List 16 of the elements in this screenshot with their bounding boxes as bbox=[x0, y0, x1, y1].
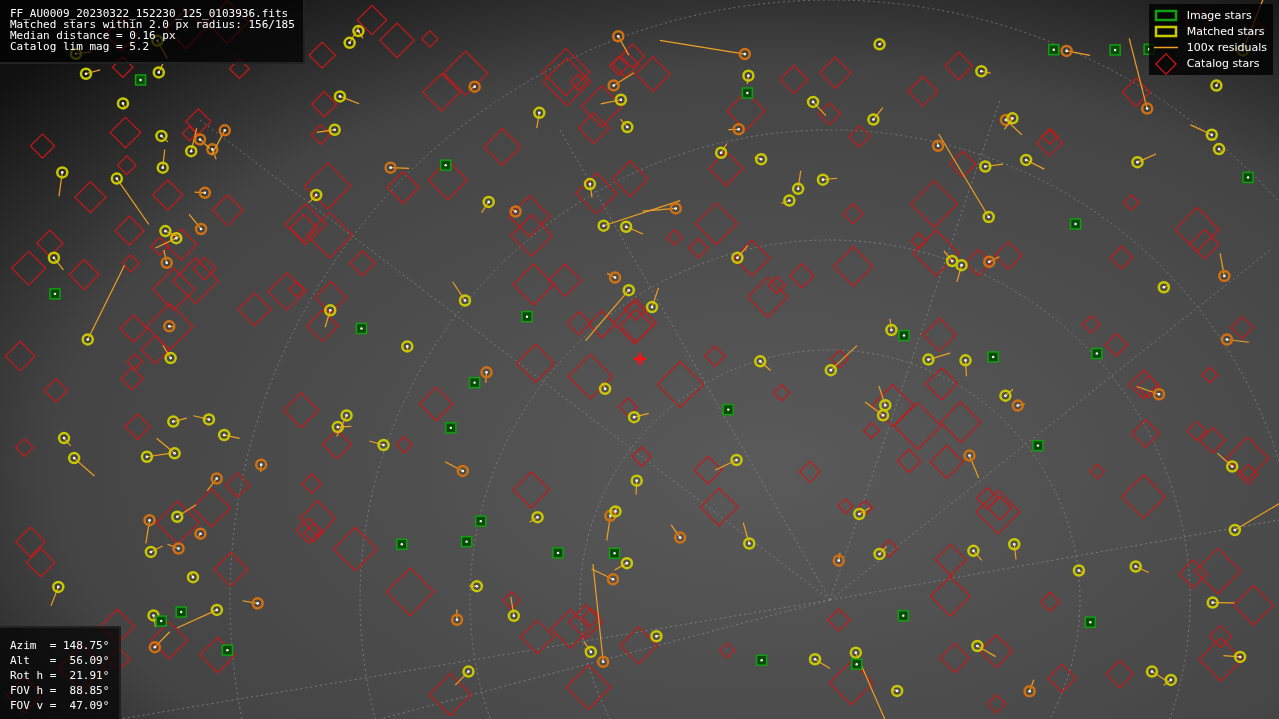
info-line: FF_AU0009_20230322_152230_125_0103936.fits bbox=[10, 8, 290, 19]
legend-label: 100x residuals bbox=[1186, 41, 1267, 54]
rectangle-icon bbox=[1152, 24, 1179, 39]
pointing-line: FOV h = 88.85° bbox=[10, 683, 110, 698]
info-line: Matched stars within 2.0 px radius: 156/185 bbox=[10, 19, 295, 30]
legend-label: Matched stars bbox=[1186, 25, 1265, 38]
legend-label: Catalog stars bbox=[1186, 57, 1260, 70]
rectangle-icon bbox=[1152, 8, 1179, 23]
legend-label: Image stars bbox=[1186, 9, 1252, 22]
info-line: Median distance = 0.16 px bbox=[10, 30, 176, 41]
pointing-line: FOV v = 47.09° bbox=[10, 698, 110, 713]
pointing-line: Alt = 56.09° bbox=[10, 653, 110, 668]
pointing-line: Azim = 148.75° bbox=[10, 638, 110, 653]
diamond-icon bbox=[1152, 52, 1179, 75]
pointing-line: Rot h = 21.91° bbox=[10, 668, 110, 683]
info-line: Catalog lim mag = 5.2 bbox=[10, 41, 151, 52]
